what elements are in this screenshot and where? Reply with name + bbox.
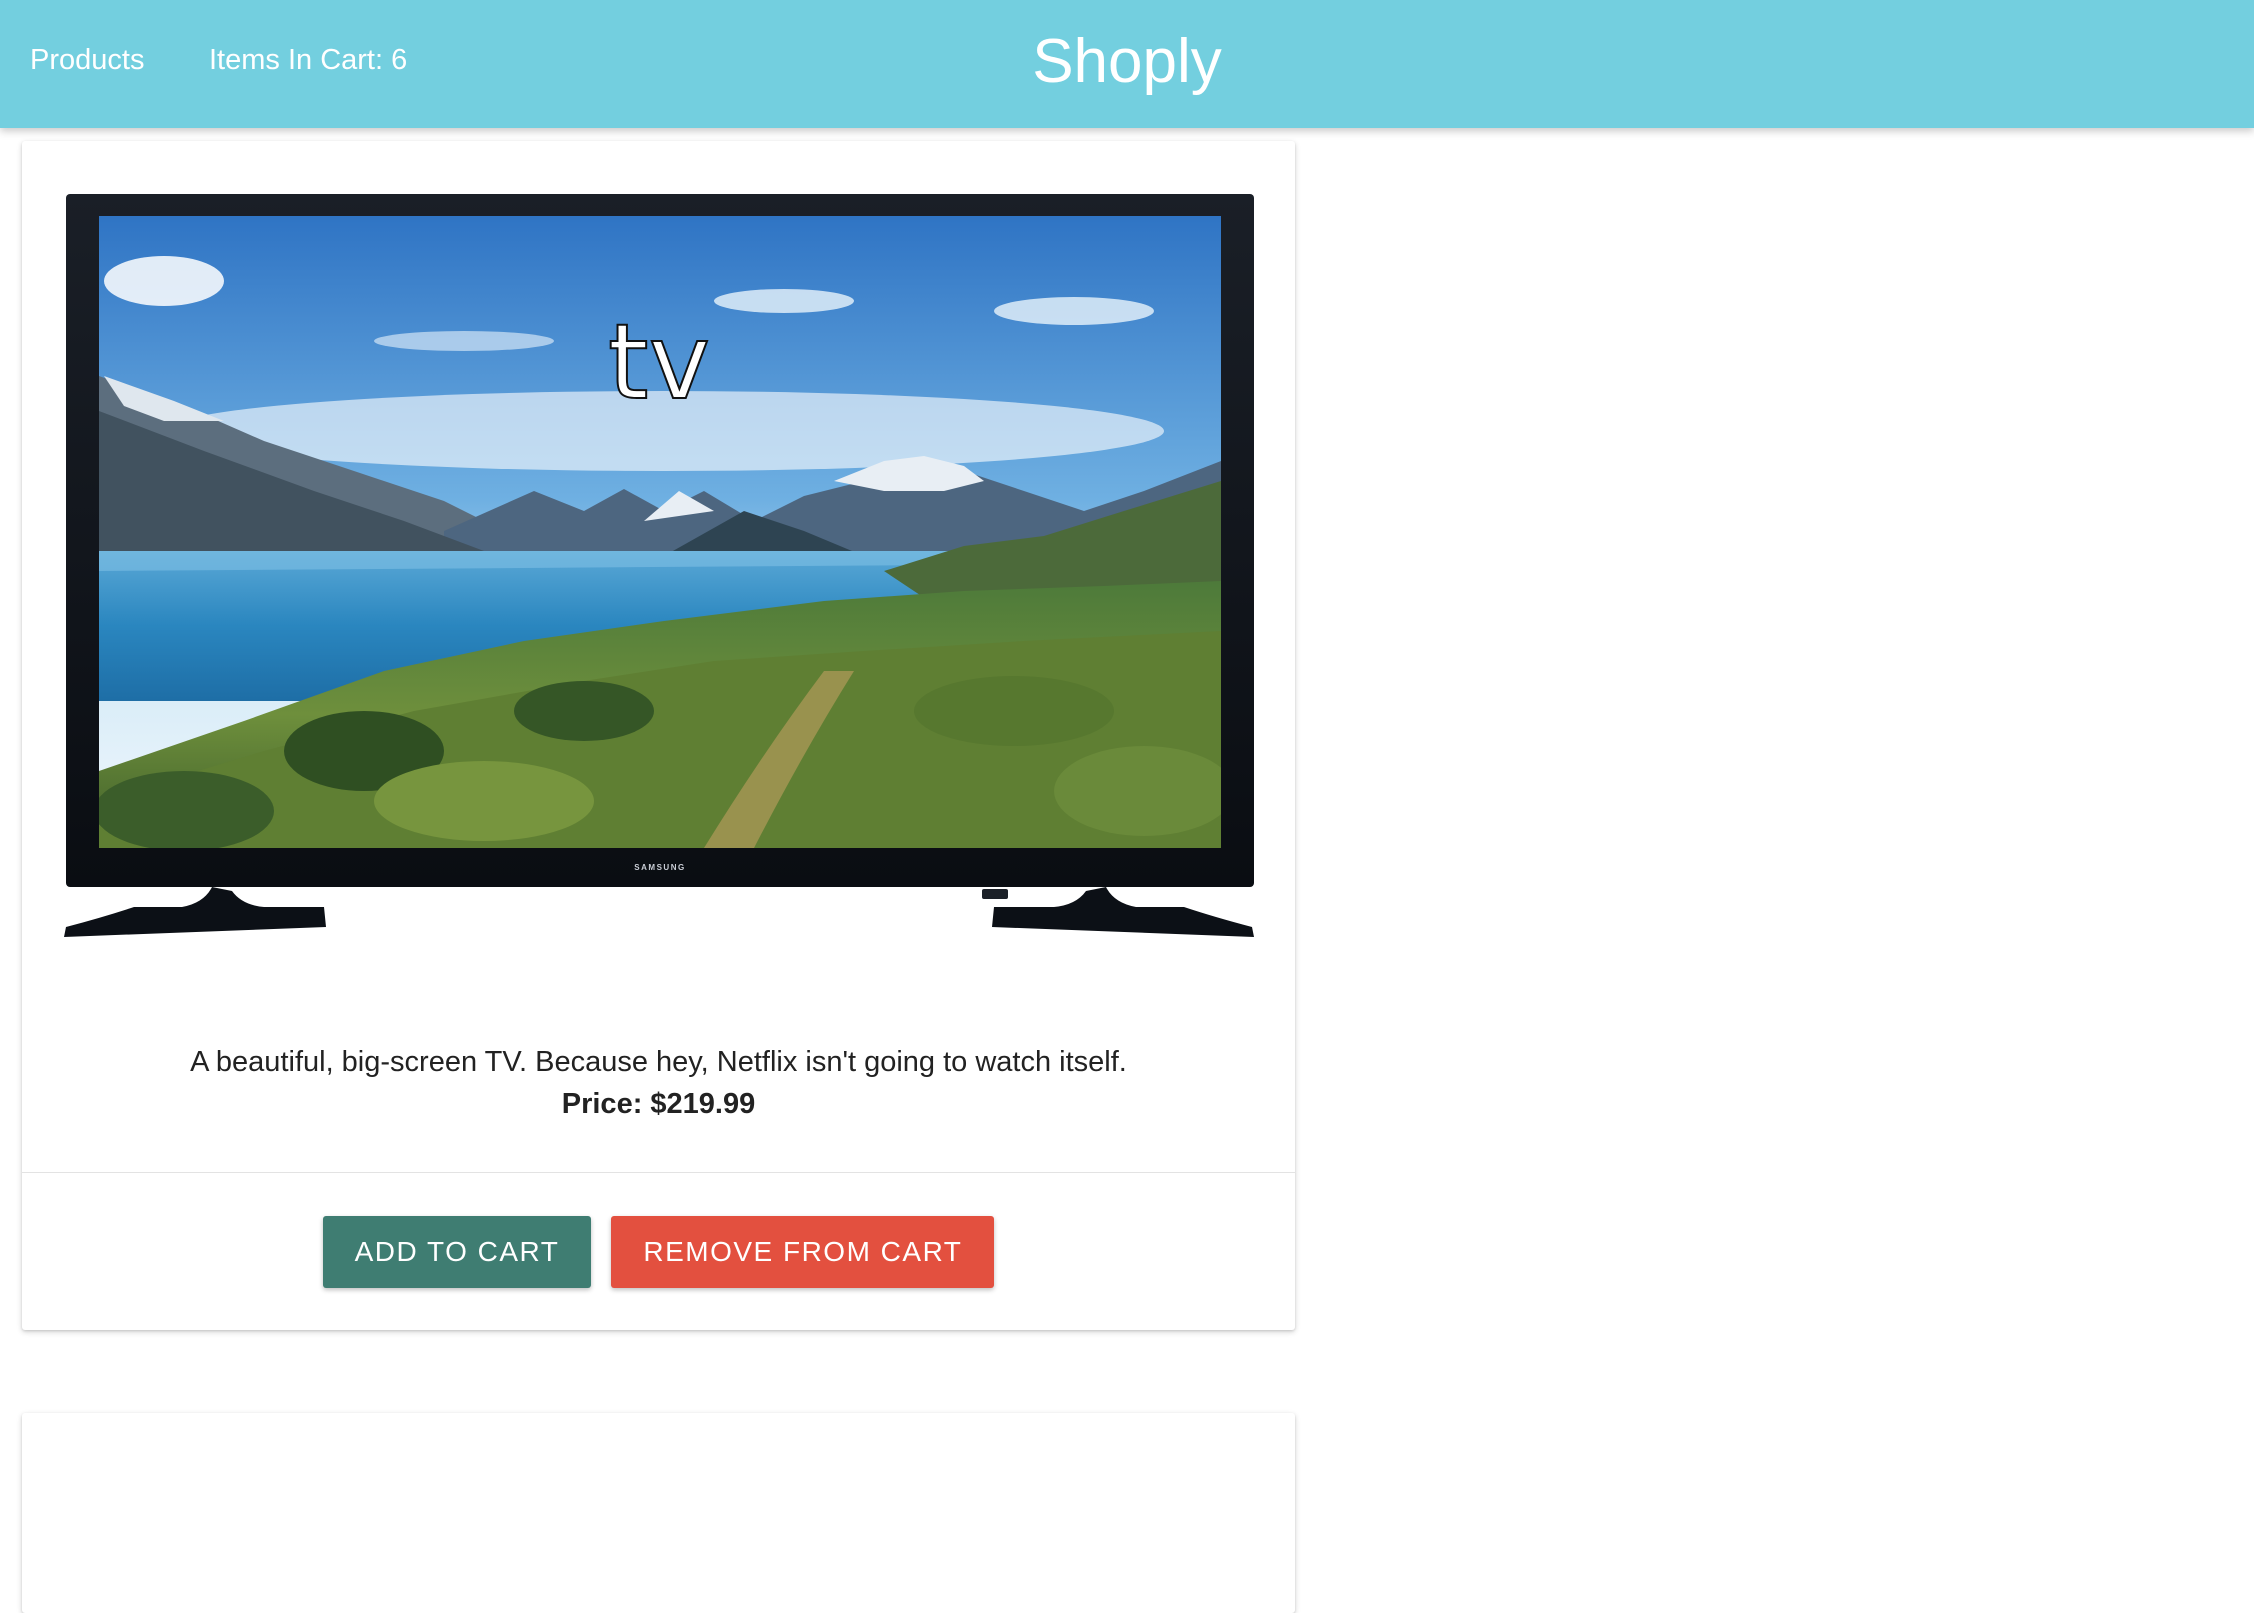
product-card: SAMSUNG tv A beautiful, big-screen TV. B… [22, 141, 1295, 1330]
product-details: A beautiful, big-screen TV. Because hey,… [22, 1041, 1295, 1125]
tv-stand-left [64, 887, 326, 937]
add-to-cart-button[interactable]: ADD TO CART [322, 1216, 592, 1288]
product-description: A beautiful, big-screen TV. Because hey,… [190, 1046, 1127, 1078]
image-overlay-title: tv [607, 300, 711, 424]
tv-brand-label: SAMSUNG [634, 863, 685, 872]
card-actions: ADD TO CART REMOVE FROM CART [22, 1216, 1295, 1288]
tv-stand-right [992, 887, 1254, 937]
remove-from-cart-button[interactable]: REMOVE FROM CART [611, 1216, 995, 1288]
product-image: SAMSUNG tv [64, 191, 1254, 1083]
card-divider [22, 1172, 1295, 1173]
brand-logo[interactable]: Shoply [0, 26, 2254, 97]
top-navbar: Products Items In Cart: 6 Shoply [0, 0, 2254, 128]
product-card-next [22, 1413, 1295, 1613]
product-price: Price: $219.99 [561, 1088, 756, 1120]
